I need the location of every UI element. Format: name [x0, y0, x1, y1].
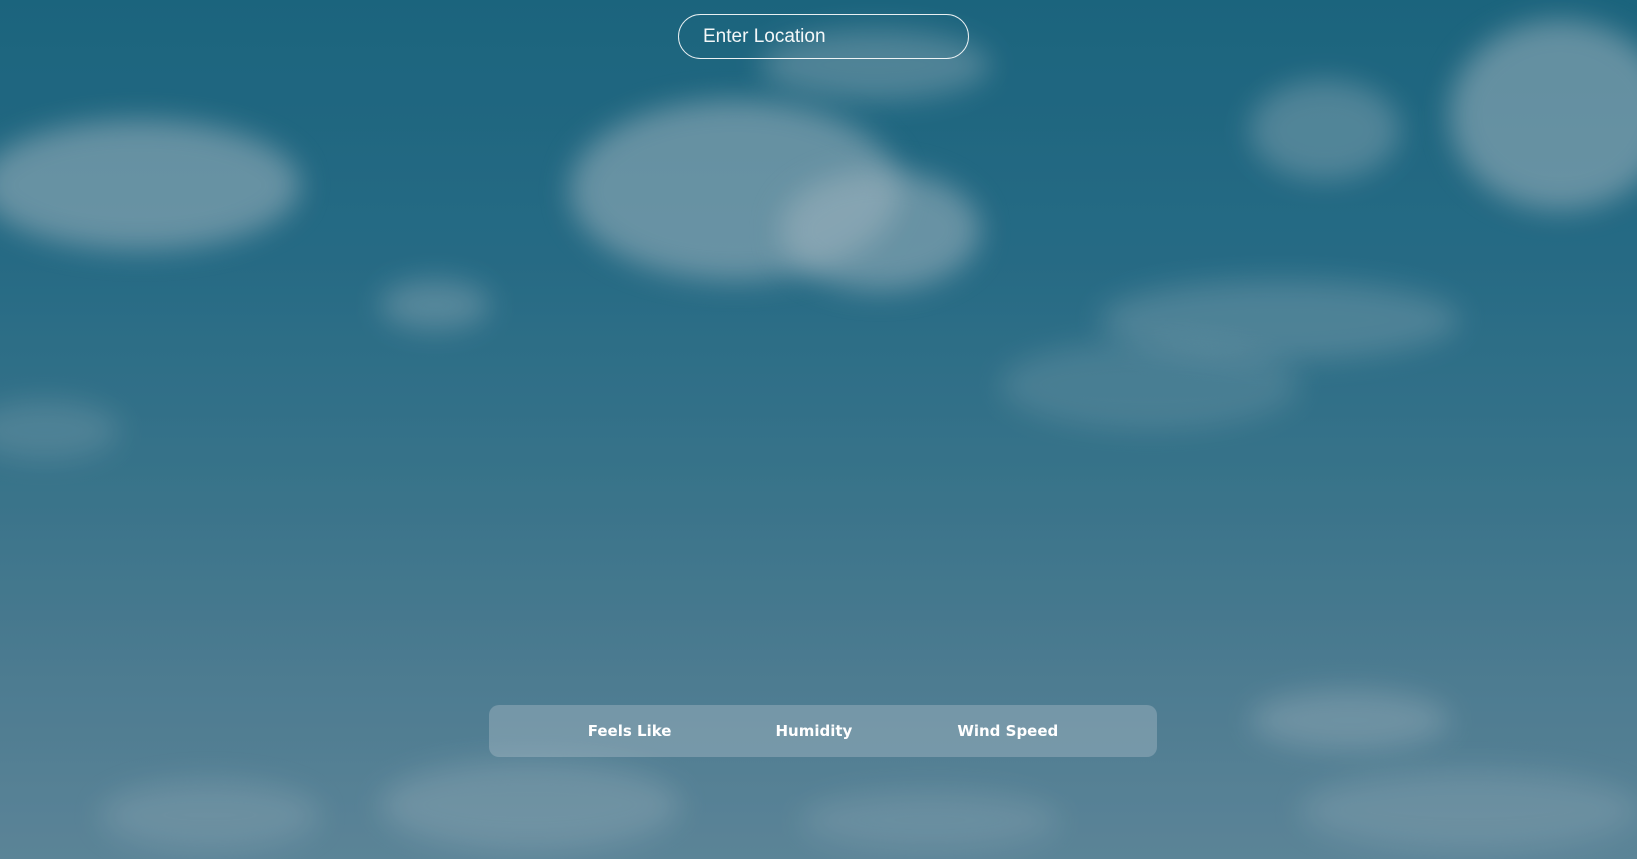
- location-search[interactable]: [678, 14, 969, 59]
- feels-like-label: Feels Like: [587, 722, 672, 740]
- humidity-label: Humidity: [775, 722, 853, 740]
- location-search-input[interactable]: [679, 15, 968, 58]
- wind-speed-label: Wind Speed: [957, 722, 1059, 740]
- weather-details-bar: Feels Like Humidity Wind Speed: [489, 705, 1157, 757]
